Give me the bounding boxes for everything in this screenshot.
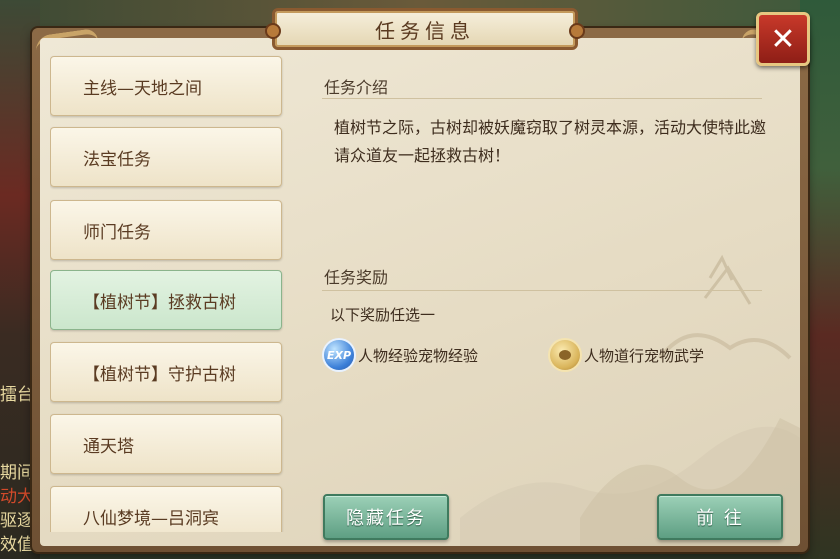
coin-icon [550,340,580,370]
quest-list-item[interactable]: 主线—天地之间 [50,56,282,116]
exp-icon: EXP [324,340,354,370]
intro-heading: 任务介绍 [324,78,389,97]
quest-list-item-selected[interactable]: 【植树节】拯救古树 [50,270,282,330]
close-icon: ✕ [770,21,796,57]
title-ornament [265,23,281,39]
dialog-title: 任务信息 [375,18,475,43]
reward-option[interactable]: EXP 人物经验宠物经验 [324,340,478,370]
reward-option[interactable]: 人物道行宠物武学 [550,340,704,370]
go-label: 前 往 [696,508,744,529]
hud-text: 驱逐 [0,511,34,531]
reward-label: 人物道行宠物武学 [584,346,705,365]
dialog-title-plate: 任务信息 [265,8,585,50]
quest-list-item[interactable]: 法宝任务 [50,127,282,187]
divider [322,98,762,99]
quest-list-item[interactable]: 师门任务 [50,200,282,260]
quest-list-item[interactable]: 通天塔 [50,414,282,474]
hide-quest-button[interactable]: 隐藏任务 [323,494,449,540]
quest-list[interactable]: 主线—天地之间 法宝任务 师门任务 【植树节】拯救古树 【植树节】守护古树 通天… [50,54,284,532]
hud-text: 期间 [0,463,34,483]
reward-heading: 任务奖励 [324,268,389,287]
hide-quest-label: 隐藏任务 [346,508,426,529]
reward-hint: 以下奖励任选一 [330,306,436,324]
reward-label: 人物经验宠物经验 [358,346,479,365]
quest-list-item[interactable]: 八仙梦境—吕洞宾 [50,486,282,532]
quest-description: 植树节之际，古树却被妖魔窃取了树灵本源，活动大使特此邀请众道友一起拯救古树！ [334,118,767,165]
divider [322,290,762,291]
hud-text: 效值 [0,535,34,555]
hud-text: 动大 [0,487,34,507]
hud-text: 擂台 [0,385,34,405]
title-ornament [569,23,585,39]
quest-list-item[interactable]: 【植树节】守护古树 [50,342,282,402]
close-button[interactable]: ✕ [756,12,810,66]
go-button[interactable]: 前 往 [657,494,783,540]
